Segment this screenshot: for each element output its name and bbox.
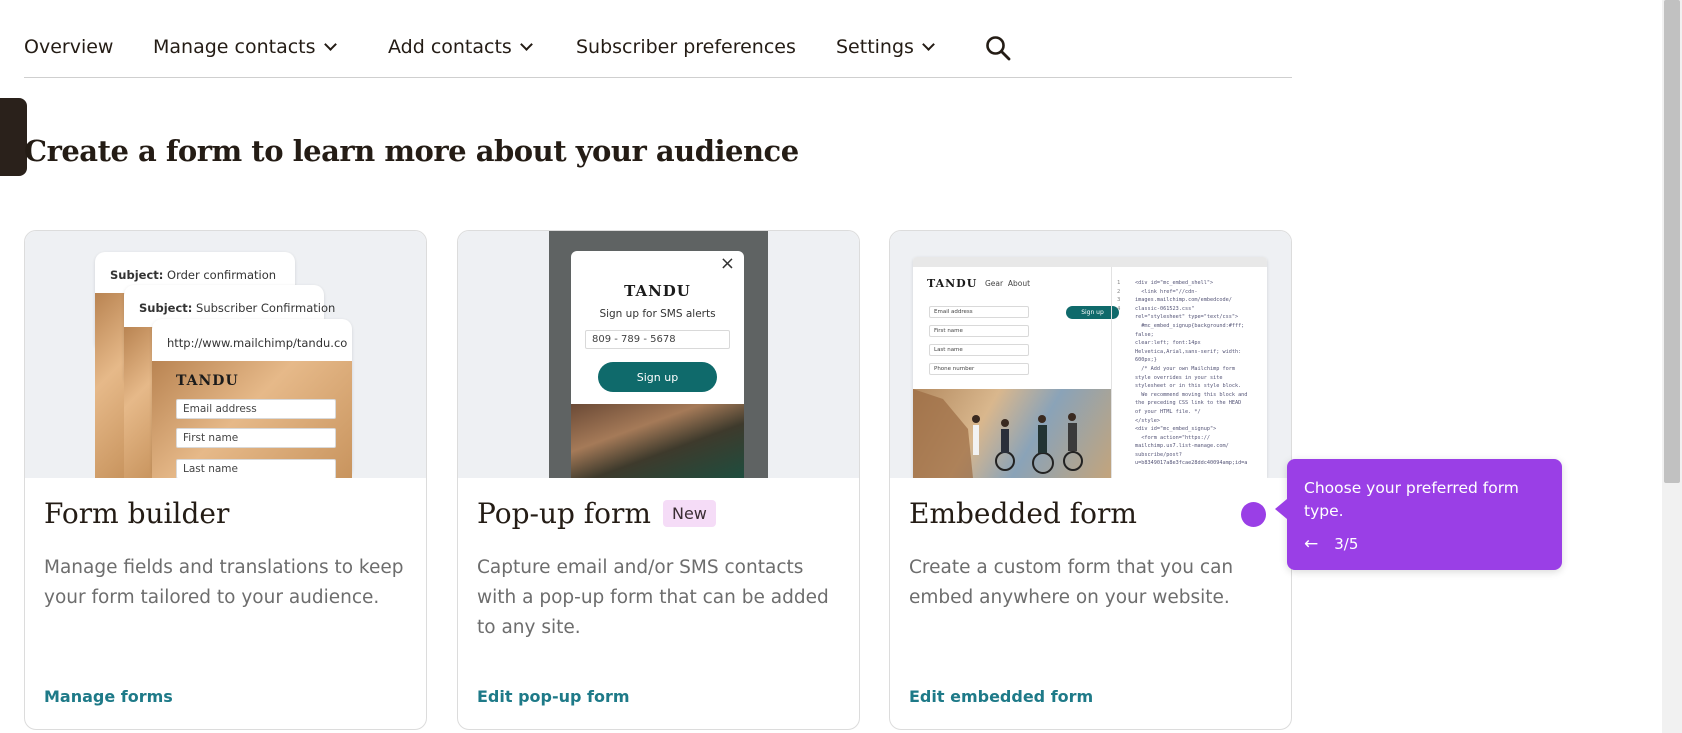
new-badge: New <box>662 500 716 527</box>
edit-popup-form-link[interactable]: Edit pop-up form <box>477 687 630 706</box>
manage-forms-link[interactable]: Manage forms <box>44 687 173 706</box>
top-nav: Overview Manage contacts Add contacts Su… <box>24 30 1292 78</box>
popup-preview: × TANDU Sign up for SMS alerts 809 - 789… <box>571 251 744 478</box>
popup-form-illustration: × TANDU Sign up for SMS alerts 809 - 789… <box>458 231 859 478</box>
email-field: Email address <box>176 399 336 419</box>
embedded-form-illustration: TANDU Gear About Email address First nam… <box>890 231 1291 478</box>
card-description: Create a custom form that you can embed … <box>909 557 1234 608</box>
subject-text: Order confirmation <box>163 268 277 282</box>
side-feedback-tab[interactable] <box>0 98 27 176</box>
bike-photo <box>571 404 744 478</box>
brand-logo: TANDU <box>927 277 978 290</box>
nav-label: Overview <box>24 36 114 58</box>
cyclists-figure <box>913 389 1083 478</box>
brand-logo: TANDU <box>624 282 691 300</box>
line-numbers: 1 2 3 4 <box>1117 280 1121 312</box>
card-description: Manage fields and translations to keep y… <box>44 557 404 608</box>
tour-beacon[interactable] <box>1241 502 1266 527</box>
nav-add-contacts[interactable]: Add contacts <box>388 36 533 58</box>
phone-field: 809 - 789 - 5678 <box>585 330 730 349</box>
embed-code: <div id="mc_embed_shell"> <link href="//… <box>1135 280 1248 467</box>
first-name-field: First name <box>929 325 1029 337</box>
brand-logo: TANDU <box>176 373 239 389</box>
phone-field: Phone number <box>929 363 1029 375</box>
card-title-text: Embedded form <box>909 497 1137 530</box>
tooltip-footer: ← 3/5 <box>1304 534 1358 554</box>
nav-subscriber-preferences[interactable]: Subscriber preferences <box>576 36 796 58</box>
tour-tooltip: Choose your preferred form type. ← 3/5 <box>1275 459 1562 570</box>
subject-label: Subject: <box>139 301 193 315</box>
browser-preview: TANDU Gear About Email address First nam… <box>913 257 1267 478</box>
email-field: Email address <box>929 306 1029 318</box>
nav-label: Add contacts <box>388 36 512 58</box>
card-description: Capture email and/or SMS contacts with a… <box>477 557 829 638</box>
cyclists-photo <box>913 389 1111 478</box>
edit-embedded-form-link[interactable]: Edit embedded form <box>909 687 1093 706</box>
popup-form-card: × TANDU Sign up for SMS alerts 809 - 789… <box>457 230 860 730</box>
chevron-down-icon <box>922 38 935 51</box>
scrollbar-thumb[interactable] <box>1664 0 1680 483</box>
last-name-field: Last name <box>176 459 336 478</box>
arrow-left-icon[interactable]: ← <box>1304 534 1318 554</box>
form-preview-bg: TANDU Email address First name Last name <box>152 361 352 478</box>
form-builder-illustration: Subject: Order confirmation Subject: Sub… <box>25 231 426 478</box>
nav-settings[interactable]: Settings <box>836 36 935 58</box>
url-text: http://www.mailchimp/tandu.co <box>167 336 348 350</box>
card-title-text: Form builder <box>44 497 230 530</box>
nav-manage-contacts[interactable]: Manage contacts <box>153 36 337 58</box>
sms-caption: Sign up for SMS alerts <box>599 308 716 320</box>
subject-text: Subscriber Confirmation <box>192 301 336 315</box>
tooltip-step: 3/5 <box>1334 535 1359 553</box>
chevron-down-icon <box>323 38 337 51</box>
first-name-field: First name <box>176 428 336 448</box>
subject-label: Subject: <box>110 268 164 282</box>
nav-label: Manage contacts <box>153 36 316 58</box>
nav-overview[interactable]: Overview <box>24 36 113 58</box>
gold-strip <box>95 293 125 478</box>
card-title: Embedded form <box>909 497 1137 530</box>
close-icon: × <box>719 253 735 274</box>
chevron-down-icon <box>519 38 533 51</box>
browser-bar <box>913 257 1267 267</box>
card-title: Pop-up form New <box>477 497 716 530</box>
nav-label: Settings <box>836 36 914 58</box>
divider <box>1111 267 1112 478</box>
site-menu: Gear About <box>985 279 1031 288</box>
search-icon[interactable] <box>984 34 1012 62</box>
tooltip-text: Choose your preferred form type. <box>1304 479 1519 520</box>
nav-label: Subscriber preferences <box>576 36 796 58</box>
signup-button-preview: Sign up <box>598 362 717 392</box>
gold-strip <box>124 327 154 478</box>
card-title-text: Pop-up form <box>477 497 651 530</box>
last-name-field: Last name <box>929 344 1029 356</box>
form-builder-card: Subject: Order confirmation Subject: Sub… <box>24 230 427 730</box>
page-title: Create a form to learn more about your a… <box>24 134 799 168</box>
embedded-form-card: TANDU Gear About Email address First nam… <box>889 230 1292 730</box>
card-title: Form builder <box>44 497 229 530</box>
